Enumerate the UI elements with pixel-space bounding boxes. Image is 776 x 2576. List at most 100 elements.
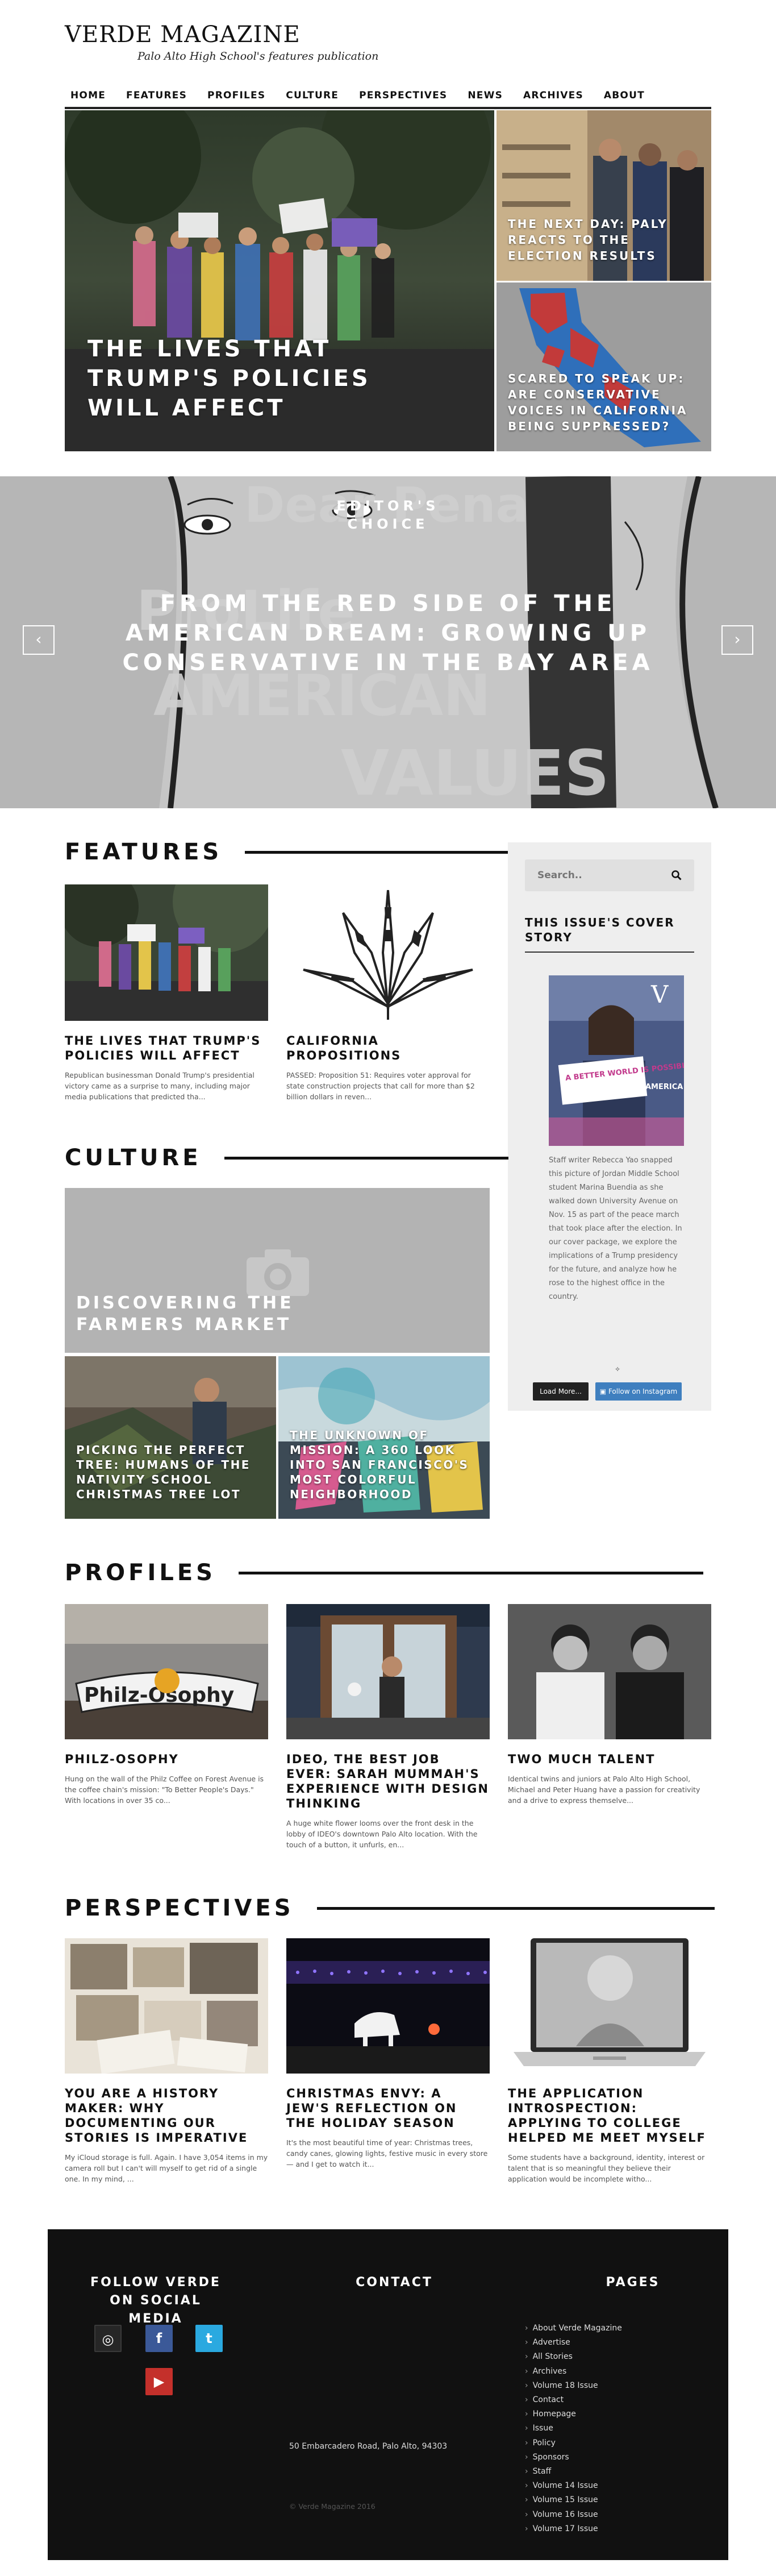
nav-culture[interactable]: CULTURE — [286, 90, 339, 101]
perspective-card[interactable]: YOU ARE A HISTORY MAKER: WHY DOCUMENTING… — [65, 1938, 268, 2184]
profile-card-image[interactable] — [508, 1604, 711, 1739]
perspective-card-image[interactable] — [508, 1938, 711, 2074]
features-section-header: FEATURES — [65, 839, 509, 865]
footer-page-link[interactable]: Issue — [525, 2421, 622, 2436]
main-nav: HOME FEATURES PROFILES CULTURE PERSPECTI… — [65, 84, 711, 109]
culture-main-story[interactable]: DISCOVERING THE FARMERS MARKET — [65, 1188, 490, 1353]
profile-card-excerpt: A huge white flower looms over the front… — [286, 1819, 478, 1849]
perspective-card[interactable]: CHRISTMAS ENVY: A JEW'S REFLECTION ON TH… — [286, 1938, 490, 2170]
site-tagline: Palo Alto High School's features publica… — [137, 50, 379, 63]
search-icon[interactable] — [671, 870, 682, 880]
site-title[interactable]: VERDE MAGAZINE — [65, 22, 378, 48]
nav-profiles[interactable]: PROFILES — [207, 90, 265, 101]
slider-bg-word-4: VALUES — [341, 737, 610, 808]
hero-side-title-2[interactable]: SCARED TO SPEAK UP: ARE CONSERVATIVE VOI… — [508, 371, 690, 434]
footer-page-link[interactable]: All Stories — [525, 2350, 622, 2364]
youtube-icon[interactable]: ▶ — [145, 2368, 173, 2395]
footer-follow-heading: FOLLOW VERDE ON SOCIAL MEDIA — [90, 2275, 221, 2326]
feature-card-title[interactable]: THE LIVES THAT TRUMP'S POLICIES WILL AFF… — [65, 1033, 268, 1063]
search-box — [525, 859, 694, 891]
perspective-card-title[interactable]: YOU ARE A HISTORY MAKER: WHY DOCUMENTING… — [65, 2086, 268, 2145]
footer-page-link[interactable]: Volume 15 Issue — [525, 2493, 622, 2507]
feature-card-image[interactable] — [286, 884, 490, 1021]
profile-card-title[interactable]: IDEO, THE BEST JOB EVER: SARAH MUMMAH'S … — [286, 1752, 490, 1811]
footer-page-link[interactable]: Volume 17 Issue — [525, 2522, 622, 2536]
site-footer: FOLLOW VERDE ON SOCIAL MEDIA ◎ f t ▶ CON… — [48, 2229, 728, 2560]
profile-card-title[interactable]: TWO MUCH TALENT — [508, 1752, 711, 1767]
search-input[interactable] — [537, 870, 668, 881]
footer-page-link[interactable]: Volume 14 Issue — [525, 2479, 622, 2493]
footer-page-link[interactable]: Contact — [525, 2393, 622, 2407]
hero-side-title-1[interactable]: THE NEXT DAY: PALY REACTS TO THE ELECTIO… — [508, 216, 690, 264]
perspective-card-image[interactable] — [286, 1938, 490, 2074]
cover-story-heading: THIS ISSUE'S COVER STORY — [525, 916, 675, 944]
footer-page-link[interactable]: Staff — [525, 2465, 622, 2479]
footer-address: 50 Embarcadero Road, Palo Alto, 94303 — [289, 2442, 448, 2451]
perspective-card-excerpt: Some students have a background, identit… — [508, 2153, 705, 2183]
culture-heading: CULTURE — [65, 1145, 202, 1171]
perspectives-heading: PERSPECTIVES — [65, 1895, 294, 1921]
cover-story-image[interactable]: A BETTER WORLD IS POSSIBLE V AMERICA — [549, 975, 692, 1146]
perspective-card-image[interactable] — [65, 1938, 268, 2074]
footer-page-link[interactable]: Homepage — [525, 2407, 622, 2421]
facebook-icon[interactable]: f — [145, 2325, 173, 2352]
feature-card[interactable]: CALIFORNIA PROPOSITIONS PASSED: Proposit… — [286, 884, 490, 1102]
load-more-button[interactable]: Load More... — [533, 1382, 589, 1401]
culture-sub-title-1[interactable]: PICKING THE PERFECT TREE: HUMANS OF THE … — [76, 1443, 264, 1502]
footer-pages-list: About Verde Magazine Advertise All Stori… — [525, 2321, 622, 2536]
culture-sub-title-2[interactable]: THE UNKNOWN OF MISSION: A 360 LOOK INTO … — [290, 1428, 477, 1502]
nav-archives[interactable]: ARCHIVES — [523, 90, 583, 101]
follow-instagram-button[interactable]: ▣ Follow on Instagram — [595, 1382, 682, 1401]
nav-home[interactable]: HOME — [70, 90, 106, 101]
instagram-icon[interactable]: ◎ — [94, 2325, 122, 2352]
masthead: VERDE MAGAZINE Palo Alto High School's f… — [65, 22, 378, 63]
footer-copyright: © Verde Magazine 2016 — [289, 2502, 376, 2511]
cover-story-text: Staff writer Rebecca Yao snapped this pi… — [549, 1156, 682, 1301]
perspective-card-title[interactable]: THE APPLICATION INTROSPECTION: APPLYING … — [508, 2086, 711, 2145]
profile-card[interactable]: Philz-Osophy PHILZ-OSOPHY Hung on the wa… — [65, 1604, 268, 1806]
slider-headline[interactable]: FROM THE RED SIDE OF THE AMERICAN DREAM:… — [0, 589, 776, 678]
features-heading: FEATURES — [65, 839, 223, 865]
nav-news[interactable]: NEWS — [468, 90, 503, 101]
cover-logo: V — [650, 980, 669, 1008]
perspective-card-title[interactable]: CHRISTMAS ENVY: A JEW'S REFLECTION ON TH… — [286, 2086, 490, 2130]
footer-page-link[interactable]: Policy — [525, 2436, 622, 2450]
perspective-card[interactable]: THE APPLICATION INTROSPECTION: APPLYING … — [508, 1938, 711, 2184]
perspective-card-excerpt: It's the most beautiful time of year: Ch… — [286, 2138, 488, 2168]
twitter-icon[interactable]: t — [195, 2325, 223, 2352]
profile-card[interactable]: TWO MUCH TALENT Identical twins and juni… — [508, 1604, 711, 1806]
profile-card-image[interactable]: Philz-Osophy — [65, 1604, 268, 1739]
profile-card-title[interactable]: PHILZ-OSOPHY — [65, 1752, 268, 1767]
slider-kicker: EDITOR'S CHOICE — [336, 498, 440, 532]
slider-prev-button[interactable]: ‹ — [23, 625, 55, 655]
slider-next-button[interactable]: › — [721, 625, 753, 655]
profiles-section-header: PROFILES — [65, 1560, 703, 1586]
hero-main-title[interactable]: THE LIVES THAT TRUMP'S POLICIES WILL AFF… — [87, 334, 406, 423]
footer-contact-heading: CONTACT — [356, 2275, 433, 2290]
footer-page-link[interactable]: Sponsors — [525, 2450, 622, 2465]
footer-page-link[interactable]: Archives — [525, 2365, 622, 2379]
footer-page-link[interactable]: About Verde Magazine — [525, 2321, 622, 2336]
loading-indicator: ✧ — [615, 1365, 621, 1373]
hero-main-story[interactable]: THE LIVES THAT TRUMP'S POLICIES WILL AFF… — [65, 110, 494, 451]
hero-side-story-2[interactable]: SCARED TO SPEAK UP: ARE CONSERVATIVE VOI… — [497, 282, 711, 451]
culture-main-title[interactable]: DISCOVERING THE FARMERS MARKET — [76, 1293, 315, 1336]
hero-side-story-1[interactable]: THE NEXT DAY: PALY REACTS TO THE ELECTIO… — [497, 110, 711, 281]
footer-page-link[interactable]: Advertise — [525, 2336, 622, 2350]
feature-card-image[interactable] — [65, 884, 268, 1021]
editors-choice-slider[interactable]: Dear Pena ProLife AMERICAN VALUES EDITOR… — [0, 476, 776, 808]
feature-card-title[interactable]: CALIFORNIA PROPOSITIONS — [286, 1033, 490, 1063]
feature-card-excerpt: Republican businessman Donald Trump's pr… — [65, 1071, 255, 1101]
profile-card[interactable]: IDEO, THE BEST JOB EVER: SARAH MUMMAH'S … — [286, 1604, 490, 1850]
section-divider — [245, 850, 509, 854]
nav-about[interactable]: ABOUT — [604, 90, 645, 101]
culture-sub-story-1[interactable]: PICKING THE PERFECT TREE: HUMANS OF THE … — [65, 1356, 276, 1519]
footer-page-link[interactable]: Volume 16 Issue — [525, 2508, 622, 2522]
nav-features[interactable]: FEATURES — [126, 90, 187, 101]
profile-card-image[interactable] — [286, 1604, 490, 1739]
feature-card[interactable]: THE LIVES THAT TRUMP'S POLICIES WILL AFF… — [65, 884, 268, 1102]
footer-page-link[interactable]: Volume 18 Issue — [525, 2379, 622, 2393]
culture-sub-story-2[interactable]: THE UNKNOWN OF MISSION: A 360 LOOK INTO … — [278, 1356, 490, 1519]
nav-perspectives[interactable]: PERSPECTIVES — [359, 90, 447, 101]
profile-card-excerpt: Identical twins and juniors at Palo Alto… — [508, 1775, 700, 1805]
